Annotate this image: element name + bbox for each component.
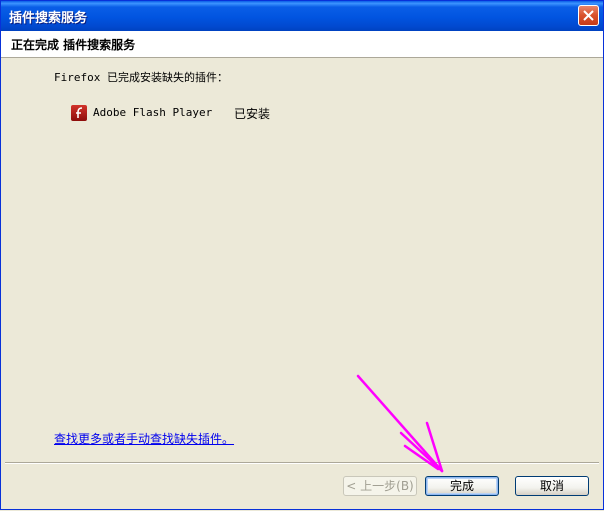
footer-divider (5, 462, 599, 464)
back-button[interactable]: < 上一步(B) (343, 476, 417, 496)
plugin-name: Adobe Flash Player (93, 106, 213, 119)
plugin-list-item: Adobe Flash Player 已安装 (71, 103, 331, 121)
find-more-plugins-link[interactable]: 查找更多或者手动查找缺失插件。 (54, 430, 234, 447)
cancel-button[interactable]: 取消 (515, 476, 589, 496)
flash-player-icon (71, 105, 87, 121)
wizard-window: 插件搜索服务 正在完成 插件搜索服务 Firefox 已完成安装缺失的插件： A… (0, 0, 604, 510)
window-title: 插件搜索服务 (9, 11, 88, 26)
title-bar[interactable]: 插件搜索服务 (1, 1, 603, 31)
close-button[interactable] (578, 5, 599, 26)
finish-button[interactable]: 完成 (425, 476, 499, 496)
page-title: 正在完成 插件搜索服务 (11, 38, 136, 52)
intro-text: Firefox 已完成安装缺失的插件： (54, 71, 228, 84)
wizard-header: 正在完成 插件搜索服务 (1, 31, 603, 58)
plugin-status: 已安装 (234, 107, 271, 121)
close-icon (583, 10, 594, 21)
